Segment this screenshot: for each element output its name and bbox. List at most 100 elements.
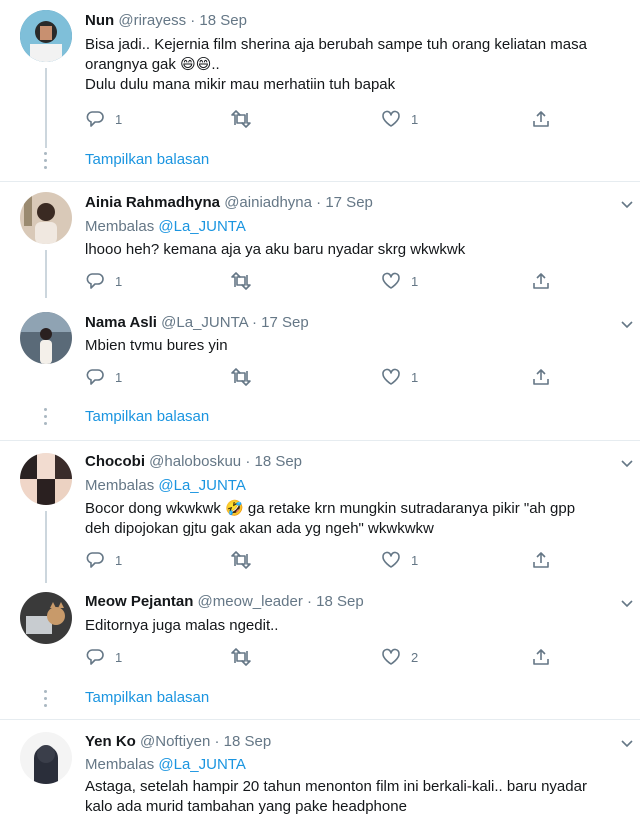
heart-icon <box>382 110 400 127</box>
reply-icon <box>86 649 104 665</box>
reply-button[interactable]: 1 <box>85 549 122 571</box>
tweet-date[interactable]: · 18 Sep <box>245 453 302 470</box>
tweet-meow-pejantan[interactable]: Meow Pejantan @meow_leader · 18 Sep Edit… <box>0 580 640 718</box>
chevron-down-icon[interactable] <box>620 318 634 332</box>
retweet-button[interactable] <box>230 270 262 292</box>
author-name[interactable]: Nun <box>85 12 114 29</box>
chevron-down-icon[interactable] <box>620 597 634 611</box>
share-button[interactable] <box>531 366 551 388</box>
retweet-icon <box>231 110 251 128</box>
tweet-actions: 1 1 <box>85 366 565 388</box>
reply-button[interactable]: 1 <box>85 108 122 130</box>
like-button[interactable]: 1 <box>381 549 418 571</box>
replying-to: Membalas @La_JUNTA <box>85 218 246 235</box>
more-replies-dots <box>44 408 48 429</box>
author-handle[interactable]: @rirayess <box>118 12 186 29</box>
avatar[interactable] <box>20 732 72 784</box>
more-replies-dots <box>44 690 48 711</box>
tweet-text: lhooo heh? kemana aja ya aku baru nyadar… <box>85 240 635 260</box>
retweet-button[interactable] <box>230 108 262 130</box>
tweet-line: lhooo heh? kemana aja ya aku baru nyadar… <box>85 241 466 258</box>
share-icon <box>533 552 549 568</box>
like-button[interactable]: 1 <box>381 270 418 292</box>
replying-to: Membalas @La_JUNTA <box>85 756 246 773</box>
tweet-date[interactable]: · 18 Sep <box>307 593 364 610</box>
tweet-line: Bisa jadi.. Kejernia film sherina aja be… <box>85 36 587 53</box>
author-name[interactable]: Ainia Rahmadhyna <box>85 194 220 211</box>
mention-link[interactable]: @La_JUNTA <box>158 756 245 773</box>
reply-count: 1 <box>115 552 123 568</box>
tweet-actions: 1 2 <box>85 646 565 668</box>
author-handle[interactable]: @Noftiyen <box>140 733 210 750</box>
tweet-date[interactable]: · 18 Sep <box>190 12 247 29</box>
reply-count: 1 <box>115 273 123 289</box>
mention-link[interactable]: @La_JUNTA <box>158 477 245 494</box>
replying-to-label: Membalas <box>85 756 155 773</box>
chevron-down-icon[interactable] <box>620 198 634 212</box>
reply-count: 1 <box>115 649 123 665</box>
replying-to-label: Membalas <box>85 218 155 235</box>
share-button[interactable] <box>531 108 551 130</box>
tweet-text: Editornya juga malas ngedit.. <box>85 616 635 636</box>
retweet-button[interactable] <box>230 646 262 668</box>
tweet-line: Editornya juga malas ngedit.. <box>85 617 279 634</box>
like-button[interactable]: 1 <box>381 366 418 388</box>
retweet-icon <box>231 551 251 569</box>
tweet-date[interactable]: · 17 Sep <box>252 314 309 331</box>
tweet-actions: 1 1 <box>85 270 565 292</box>
author-name[interactable]: Chocobi <box>85 453 145 470</box>
reply-icon <box>86 273 104 289</box>
reply-button[interactable]: 1 <box>85 646 122 668</box>
share-icon <box>533 273 549 289</box>
avatar[interactable] <box>20 192 72 244</box>
tweet-ainia[interactable]: Ainia Rahmadhyna @ainiadhyna · 17 Sep Me… <box>0 182 640 298</box>
tweet-chocobi[interactable]: Chocobi @haloboskuu · 18 Sep Membalas @L… <box>0 441 640 583</box>
author-name[interactable]: Meow Pejantan <box>85 593 193 610</box>
tweet-yen-ko[interactable]: Yen Ko @Noftiyen · 18 Sep Membalas @La_J… <box>0 720 640 825</box>
author-handle[interactable]: @La_JUNTA <box>161 314 248 331</box>
share-button[interactable] <box>531 270 551 292</box>
author-handle[interactable]: @ainiadhyna <box>224 194 312 211</box>
retweet-button[interactable] <box>230 366 262 388</box>
reply-count: 1 <box>115 111 123 127</box>
retweet-icon <box>231 368 251 386</box>
author-handle[interactable]: @haloboskuu <box>149 453 241 470</box>
retweet-button[interactable] <box>230 549 262 571</box>
share-button[interactable] <box>531 549 551 571</box>
show-replies-link[interactable]: Tampilkan balasan <box>85 408 209 425</box>
author-handle[interactable]: @meow_leader <box>198 593 303 610</box>
like-count: 1 <box>411 273 419 289</box>
avatar[interactable] <box>20 453 72 505</box>
tweet-nun[interactable]: Nun @rirayess · 18 Sep Bisa jadi.. Kejer… <box>0 0 640 180</box>
share-button[interactable] <box>531 646 551 668</box>
author-name[interactable]: Yen Ko <box>85 733 136 750</box>
tweet-date[interactable]: · 18 Sep <box>214 733 271 750</box>
author-name[interactable]: Nama Asli <box>85 314 157 331</box>
tweet-text: Bocor dong wkwkwk 🤣 ga retake krn mungki… <box>85 499 635 539</box>
tweet-date[interactable]: · 17 Sep <box>316 194 373 211</box>
like-button[interactable]: 1 <box>381 108 418 130</box>
heart-icon <box>382 368 400 385</box>
reply-button[interactable]: 1 <box>85 366 122 388</box>
tweet-actions: 1 1 <box>85 108 565 130</box>
show-replies-link[interactable]: Tampilkan balasan <box>85 151 209 168</box>
show-replies-link[interactable]: Tampilkan balasan <box>85 689 209 706</box>
reply-icon <box>86 552 104 568</box>
avatar[interactable] <box>20 312 72 364</box>
like-button[interactable]: 2 <box>381 646 418 668</box>
replying-to-label: Membalas <box>85 477 155 494</box>
tweet-line: kalo ada murid tambahan yang pake headph… <box>85 798 407 815</box>
tweet-nama-asli[interactable]: Nama Asli @La_JUNTA · 17 Sep Mbien tvmu … <box>0 298 640 438</box>
chevron-down-icon[interactable] <box>620 457 634 471</box>
tweet-text: Mbien tvmu bures yin <box>85 336 635 356</box>
chevron-down-icon[interactable] <box>620 737 634 751</box>
reply-icon <box>86 369 104 385</box>
replying-to: Membalas @La_JUNTA <box>85 477 246 494</box>
reply-button[interactable]: 1 <box>85 270 122 292</box>
heart-icon <box>382 551 400 568</box>
avatar[interactable] <box>20 592 72 644</box>
tweet-line: Mbien tvmu bures yin <box>85 337 228 354</box>
more-replies-dots <box>44 152 48 173</box>
avatar[interactable] <box>20 10 72 62</box>
mention-link[interactable]: @La_JUNTA <box>158 218 245 235</box>
